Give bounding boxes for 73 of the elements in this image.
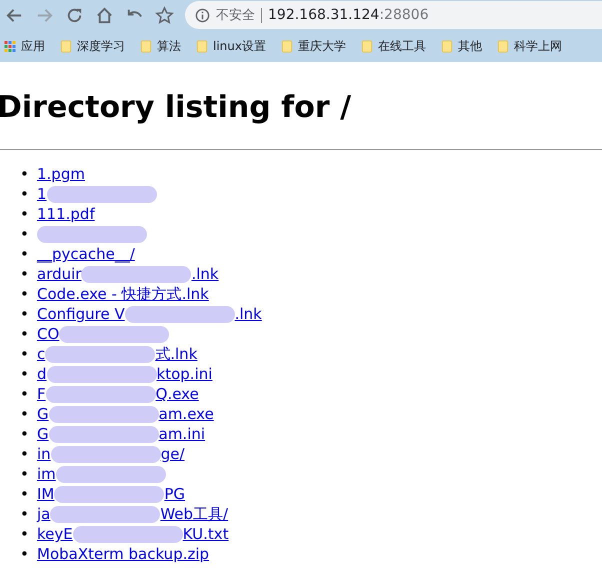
bullet: • xyxy=(20,424,30,444)
bookmark-item[interactable]: 算法 xyxy=(140,38,181,54)
file-link[interactable]: ja xyxy=(37,504,50,524)
file-link[interactable]: 式.lnk xyxy=(155,344,198,364)
folder-icon xyxy=(196,40,208,52)
page-heading: Directory listing for / xyxy=(0,90,352,125)
bullet: • xyxy=(20,364,30,384)
bullet: • xyxy=(20,244,30,264)
bookmark-item[interactable]: 在线工具 xyxy=(360,38,426,54)
file-link[interactable]: G xyxy=(37,424,49,444)
bullet: • xyxy=(20,184,30,204)
file-link[interactable]: CO xyxy=(37,324,60,344)
bookmark-item[interactable]: 科学上网 xyxy=(496,38,562,54)
url-text: 192.168.31.124:28806 xyxy=(268,7,429,23)
folder-icon xyxy=(60,40,72,52)
bullet: • xyxy=(20,284,30,304)
bookmark-item[interactable]: 重庆大学 xyxy=(280,38,346,54)
folder-icon xyxy=(440,40,453,52)
folder-icon xyxy=(140,40,152,52)
file-link[interactable]: G xyxy=(37,404,49,424)
file-link[interactable]: F xyxy=(37,384,46,404)
file-link[interactable]: 111.pdf xyxy=(37,204,95,224)
file-link[interactable]: PG xyxy=(164,484,186,504)
address-bar[interactable]: 不安全 192.168.31.124:28806 xyxy=(185,1,602,29)
apps-grid-icon xyxy=(4,40,16,52)
bullet: • xyxy=(20,404,30,424)
bullet: • xyxy=(20,304,30,324)
file-link[interactable]: Code.exe - 快捷方式.lnk xyxy=(37,284,209,304)
bullet: • xyxy=(20,464,30,484)
bullet: • xyxy=(20,344,30,364)
file-link[interactable]: keyE xyxy=(37,524,73,544)
file-link[interactable]: __pycache__/ xyxy=(37,244,135,264)
home-icon[interactable] xyxy=(95,6,114,24)
file-link[interactable]: am.exe xyxy=(158,404,214,424)
bookmark-item[interactable]: linux设置 xyxy=(196,38,266,54)
bullet: • xyxy=(20,444,30,464)
file-link[interactable]: am.ini xyxy=(158,424,206,444)
folder-icon xyxy=(360,40,373,52)
bookmark-item[interactable]: 应用 xyxy=(4,38,45,54)
file-link[interactable]: 1 xyxy=(37,184,47,204)
file-link[interactable]: KU.txt xyxy=(182,524,229,544)
file-link[interactable]: arduir xyxy=(37,264,82,284)
bullet: • xyxy=(20,384,30,404)
folder-icon xyxy=(280,40,293,52)
file-link[interactable]: c xyxy=(37,344,46,364)
file-link[interactable]: 1.pgm xyxy=(37,164,85,184)
bookmark-item[interactable]: 其他 xyxy=(440,38,482,54)
bullet: • xyxy=(20,224,30,244)
bullet: • xyxy=(20,204,30,224)
info-icon[interactable] xyxy=(195,8,210,22)
bullet: • xyxy=(20,324,30,344)
file-link[interactable]: Q.exe xyxy=(156,384,199,404)
file-link[interactable]: MobaXterm backup.zip xyxy=(37,544,210,564)
file-link[interactable]: ktop.ini xyxy=(156,364,212,384)
star-icon[interactable] xyxy=(155,6,174,24)
file-link[interactable]: Web工具/ xyxy=(160,504,228,524)
bullet: • xyxy=(20,504,30,524)
bullet: • xyxy=(20,164,30,184)
file-link[interactable]: im xyxy=(37,464,56,484)
file-link[interactable]: d xyxy=(37,364,47,384)
bullet: • xyxy=(20,484,30,504)
bullet: • xyxy=(20,524,30,544)
file-link[interactable]: Configure V xyxy=(37,304,125,324)
file-link[interactable]: in xyxy=(37,444,51,464)
folder-icon xyxy=(496,40,509,52)
file-link[interactable]: IM xyxy=(37,484,54,504)
security-label: 不安全 xyxy=(216,7,255,24)
file-link[interactable]: .lnk xyxy=(191,264,219,284)
bullet: • xyxy=(20,264,30,284)
file-link[interactable]: ge/ xyxy=(160,444,184,464)
file-link[interactable]: .lnk xyxy=(234,304,262,324)
bookmark-item[interactable]: 深度学习 xyxy=(60,38,125,54)
bullet: • xyxy=(20,544,30,564)
